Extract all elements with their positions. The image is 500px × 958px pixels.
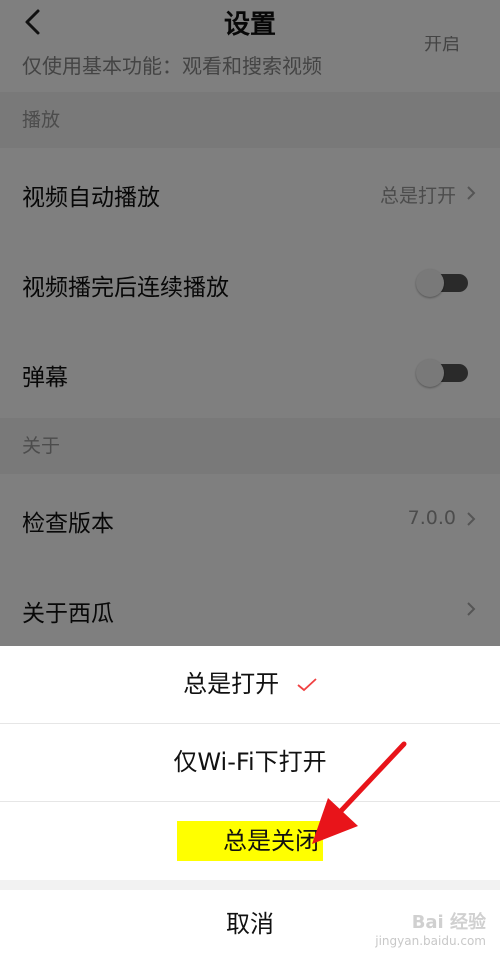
option-always-off[interactable]: 总是关闭: [0, 802, 500, 880]
option-label: 总是打开: [183, 670, 280, 698]
watermark-subtext: jingyan.baidu.com: [375, 934, 486, 948]
option-always-on[interactable]: 总是打开: [0, 646, 500, 723]
annotation-arrow: [312, 741, 407, 844]
check-icon: [297, 678, 317, 692]
watermark-text: Bai 经验: [411, 912, 486, 933]
cancel-label: 取消: [226, 910, 274, 938]
watermark: Bai 经验 jingyan.baidu.com: [375, 908, 486, 948]
option-wifi-only[interactable]: 仅Wi-Fi下打开: [0, 724, 500, 801]
